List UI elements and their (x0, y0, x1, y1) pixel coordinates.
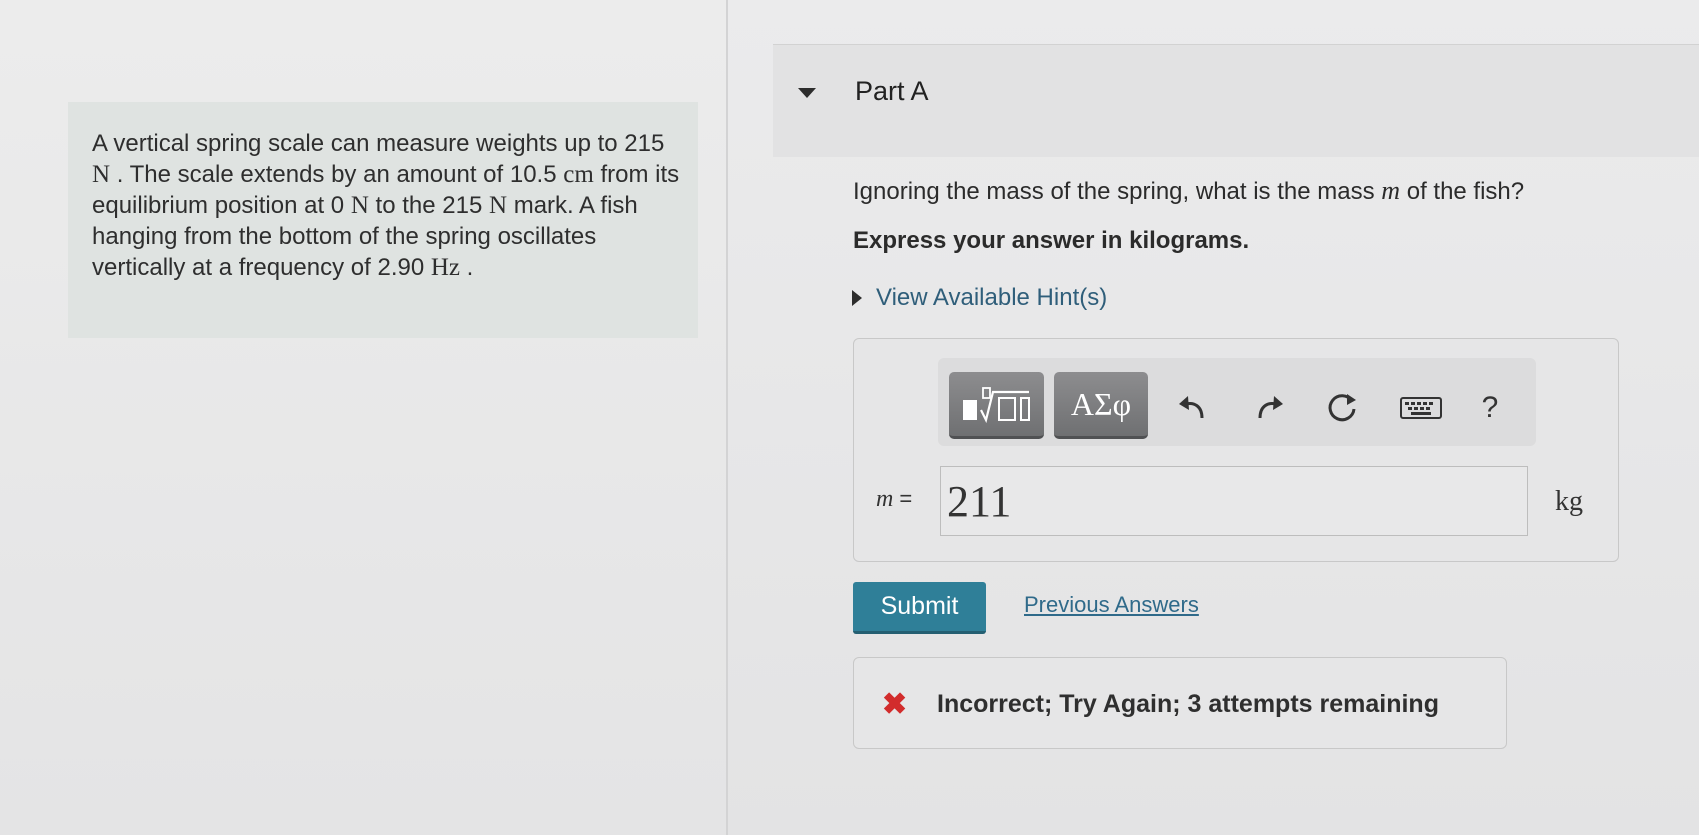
keyboard-button[interactable] (1395, 386, 1447, 430)
question-variable: m (1381, 176, 1401, 205)
question-text: Ignoring the mass of the spring, what is… (853, 176, 1524, 206)
expand-caret-icon (852, 290, 862, 306)
problem-unit: N (488, 192, 508, 219)
templates-icon (962, 387, 1030, 424)
question-text-start: Ignoring the mass of the spring, what is… (853, 178, 1382, 205)
answer-variable-label: m = (876, 486, 912, 513)
problem-statement: A vertical spring scale can measure weig… (92, 128, 682, 283)
problem-unit: N (92, 161, 111, 188)
problem-unit: cm (563, 161, 594, 188)
answer-unit: kg (1555, 486, 1583, 517)
help-button[interactable]: ? (1468, 386, 1512, 430)
feedback-message: Incorrect; Try Again; 3 attempts remaini… (937, 690, 1439, 718)
problem-text-segment: . (460, 254, 474, 281)
keyboard-icon (1400, 397, 1442, 419)
question-text-end: of the fish? (1400, 178, 1525, 205)
incorrect-x-icon: ✖ (882, 688, 908, 721)
part-title[interactable]: Part A (855, 76, 929, 107)
answer-input[interactable] (940, 466, 1528, 536)
problem-text-segment: . The scale extends by an amount of 10.5 (110, 161, 564, 188)
page: A vertical spring scale can measure weig… (0, 0, 1699, 835)
undo-button[interactable] (1170, 386, 1214, 430)
templates-button[interactable] (949, 372, 1044, 439)
problem-text-segment: A vertical spring scale can measure weig… (92, 130, 665, 157)
redo-icon (1258, 396, 1283, 419)
view-hints-toggle[interactable]: View Available Hint(s) (852, 284, 1107, 312)
reset-icon (1328, 394, 1356, 422)
undo-icon (1179, 396, 1204, 419)
collapse-caret-icon[interactable] (798, 88, 816, 98)
symbols-button[interactable]: ΑΣφ (1054, 372, 1148, 439)
problem-unit: N (350, 192, 369, 219)
answer-variable: m (876, 486, 894, 512)
redo-button[interactable] (1248, 386, 1292, 430)
symbols-icon: ΑΣφ (1070, 385, 1132, 422)
problem-unit: Hz (430, 254, 461, 281)
previous-answers-link[interactable]: Previous Answers (1024, 592, 1199, 618)
equals-sign: = (899, 486, 913, 511)
submit-button[interactable]: Submit (853, 582, 986, 634)
answer-instruction: Express your answer in kilograms. (853, 227, 1250, 254)
reset-button[interactable] (1320, 386, 1364, 430)
problem-text-segment: to the 215 (368, 192, 489, 219)
help-icon: ? (1481, 391, 1499, 424)
view-hints-label[interactable]: View Available Hint(s) (876, 284, 1107, 312)
